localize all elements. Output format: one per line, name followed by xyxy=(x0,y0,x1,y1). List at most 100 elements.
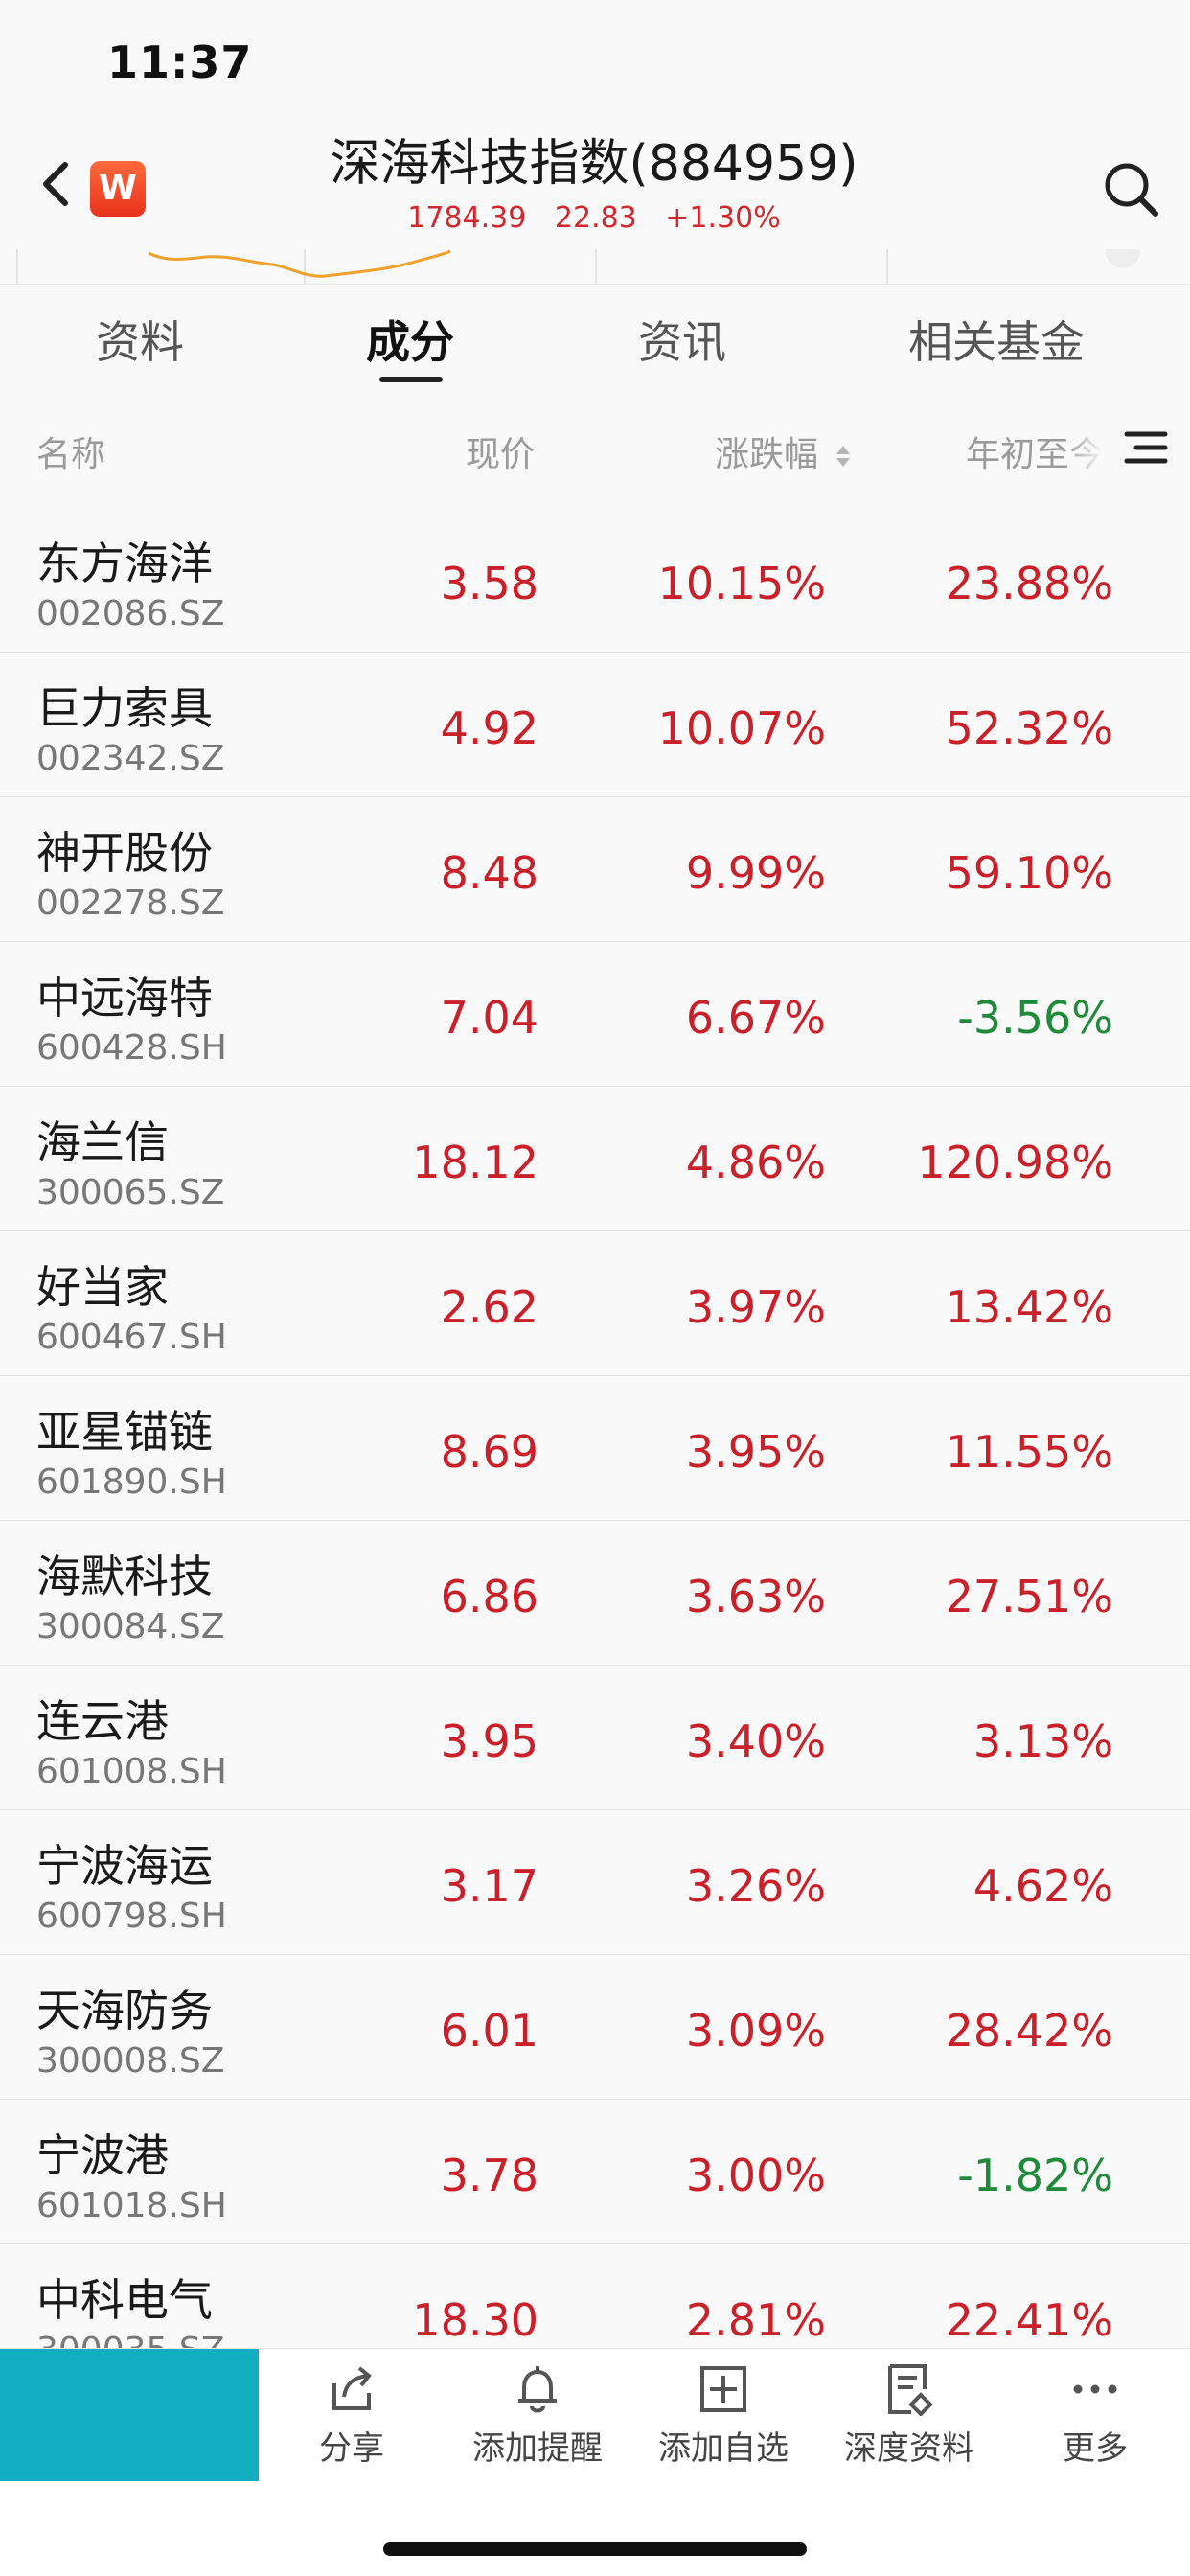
column-name: 名称 xyxy=(36,435,106,474)
table-row[interactable]: 亚星锚链 601890.SH 8.69 3.95% 11.55% xyxy=(0,1376,1190,1521)
share-icon xyxy=(332,2366,372,2410)
share-label: 分享 xyxy=(319,2429,384,2468)
stock-code: 600467.SH xyxy=(36,1318,227,1357)
column-change-label: 涨跌幅 xyxy=(715,435,819,474)
add-watchlist-label: 添加自选 xyxy=(658,2429,789,2468)
stock-change: 3.63% xyxy=(685,1571,826,1622)
table-row[interactable]: 神开股份 002278.SZ 8.48 9.99% 59.10% xyxy=(0,797,1190,942)
trade-button[interactable] xyxy=(0,2349,259,2481)
index-change: 22.83 xyxy=(554,201,637,235)
stock-name: 海默科技 xyxy=(36,1551,213,1602)
stock-change: 3.00% xyxy=(685,2150,826,2201)
more-icon xyxy=(1073,2384,1117,2394)
stock-ytd: 4.62% xyxy=(973,1860,1113,1912)
stock-change: 3.40% xyxy=(685,1715,826,1767)
stock-ytd: 28.42% xyxy=(945,2005,1113,2057)
stock-ytd: -1.82% xyxy=(957,2150,1113,2201)
home-indicator xyxy=(383,2542,807,2556)
stock-price: 6.86 xyxy=(440,1571,538,1622)
stock-code: 600798.SH xyxy=(36,1897,227,1936)
stock-name: 中科电气 xyxy=(36,2274,213,2326)
index-change-pct: +1.30% xyxy=(665,201,781,235)
stock-change: 6.67% xyxy=(685,992,826,1044)
stock-code: 002278.SZ xyxy=(36,884,225,923)
stock-price: 7.04 xyxy=(440,992,538,1044)
stock-ytd: 22.41% xyxy=(945,2294,1113,2346)
stock-name: 宁波港 xyxy=(36,2129,169,2181)
stock-ytd: 13.42% xyxy=(945,1281,1113,1333)
stock-name: 巨力索具 xyxy=(36,682,213,734)
stock-price: 18.12 xyxy=(412,1137,538,1188)
tab-constituents[interactable]: 成分 xyxy=(366,308,454,371)
table-row[interactable]: 好当家 600467.SH 2.62 3.97% 13.42% xyxy=(0,1231,1190,1376)
search-icon[interactable] xyxy=(1100,158,1161,219)
table-row[interactable]: 连云港 601008.SH 3.95 3.40% 3.13% xyxy=(0,1666,1190,1810)
stock-name: 东方海洋 xyxy=(36,538,213,589)
active-tab-indicator xyxy=(379,377,443,382)
table-row[interactable]: 宁波港 601018.SH 3.78 3.00% -1.82% xyxy=(0,2100,1190,2244)
stock-price: 4.92 xyxy=(440,702,538,754)
add-alert-button[interactable]: 添加提醒 xyxy=(446,2362,629,2469)
bottom-toolbar: 分享 添加提醒 添加自选 深度资料 更多 xyxy=(0,2348,1190,2576)
stock-ytd: 11.55% xyxy=(945,1426,1113,1478)
stock-price: 3.17 xyxy=(440,1860,538,1912)
tab-news[interactable]: 资讯 xyxy=(638,308,726,371)
stock-price: 3.78 xyxy=(440,2150,538,2201)
stock-price: 18.30 xyxy=(412,2294,538,2346)
stock-ytd: 59.10% xyxy=(945,847,1113,899)
table-row[interactable]: 中远海特 600428.SH 7.04 6.67% -3.56% xyxy=(0,942,1190,1087)
index-price: 1784.39 xyxy=(407,201,527,235)
add-alert-label: 添加提醒 xyxy=(472,2429,603,2468)
stock-name: 海兰信 xyxy=(36,1116,169,1168)
table-row[interactable]: 东方海洋 002086.SZ 3.58 10.15% 23.88% xyxy=(0,508,1190,653)
stock-ytd: 3.13% xyxy=(973,1715,1113,1767)
table-header: 名称 现价 涨跌幅 年初至今 xyxy=(0,388,1190,508)
tab-related-funds[interactable]: 相关基金 xyxy=(908,308,1085,371)
deep-profile-button[interactable]: 深度资料 xyxy=(818,2362,1000,2469)
column-settings-icon[interactable] xyxy=(1123,426,1169,469)
stock-name: 中远海特 xyxy=(36,972,213,1024)
document-icon xyxy=(888,2364,933,2416)
stock-name: 神开股份 xyxy=(36,827,213,879)
header: W 深海科技指数(884959) 1784.39 22.83 +1.30% xyxy=(0,105,1190,249)
stock-code: 002086.SZ xyxy=(36,594,225,633)
add-watchlist-button[interactable]: 添加自选 xyxy=(632,2362,814,2469)
stock-change: 10.07% xyxy=(657,702,826,754)
stock-change: 3.97% xyxy=(685,1281,826,1333)
stock-change: 4.86% xyxy=(685,1137,826,1188)
stock-change: 3.09% xyxy=(685,2005,826,2057)
column-change[interactable]: 涨跌幅 xyxy=(715,426,852,476)
app-logo-icon[interactable]: W xyxy=(90,161,146,217)
more-button[interactable]: 更多 xyxy=(1004,2362,1186,2469)
stock-change: 3.95% xyxy=(685,1426,826,1478)
stock-change: 3.26% xyxy=(685,1860,826,1912)
stock-code: 601890.SH xyxy=(36,1462,227,1502)
bell-icon xyxy=(518,2366,557,2413)
stock-price: 6.01 xyxy=(440,2005,538,2057)
table-row[interactable]: 天海防务 300008.SZ 6.01 3.09% 28.42% xyxy=(0,1955,1190,2100)
table-row[interactable]: 宁波海运 600798.SH 3.17 3.26% 4.62% xyxy=(0,1810,1190,1955)
column-price[interactable]: 现价 xyxy=(466,426,535,476)
page: 11:37 W 深海科技指数(884959) 1784.39 22.83 +1.… xyxy=(0,0,1190,2576)
stock-code: 601008.SH xyxy=(36,1752,227,1791)
tab-profile[interactable]: 资料 xyxy=(96,308,184,371)
stock-name: 好当家 xyxy=(36,1261,169,1313)
share-button[interactable]: 分享 xyxy=(261,2362,443,2469)
table-row[interactable]: 海默科技 300084.SZ 6.86 3.63% 27.51% xyxy=(0,1521,1190,1666)
status-time: 11:37 xyxy=(107,36,253,88)
back-icon[interactable] xyxy=(29,155,86,213)
stock-name: 亚星锚链 xyxy=(36,1406,213,1458)
table-row[interactable]: 海兰信 300065.SZ 18.12 4.86% 120.98% xyxy=(0,1087,1190,1231)
stock-code: 600428.SH xyxy=(36,1028,227,1068)
column-fade xyxy=(1064,417,1121,474)
tab-bar: 资料 成分 资讯 相关基金 xyxy=(0,284,1190,389)
table-row[interactable]: 巨力索具 002342.SZ 4.92 10.07% 52.32% xyxy=(0,653,1190,797)
stock-list: 东方海洋 002086.SZ 3.58 10.15% 23.88% 巨力索具 002342.… xyxy=(0,508,1190,2389)
stock-change: 9.99% xyxy=(685,847,826,899)
deep-profile-label: 深度资料 xyxy=(844,2429,974,2468)
stock-ytd: 52.32% xyxy=(945,702,1113,754)
more-label: 更多 xyxy=(1063,2429,1128,2468)
stock-code: 300008.SZ xyxy=(36,2041,225,2081)
stock-price: 8.69 xyxy=(440,1426,538,1478)
stock-price: 3.58 xyxy=(440,558,538,610)
